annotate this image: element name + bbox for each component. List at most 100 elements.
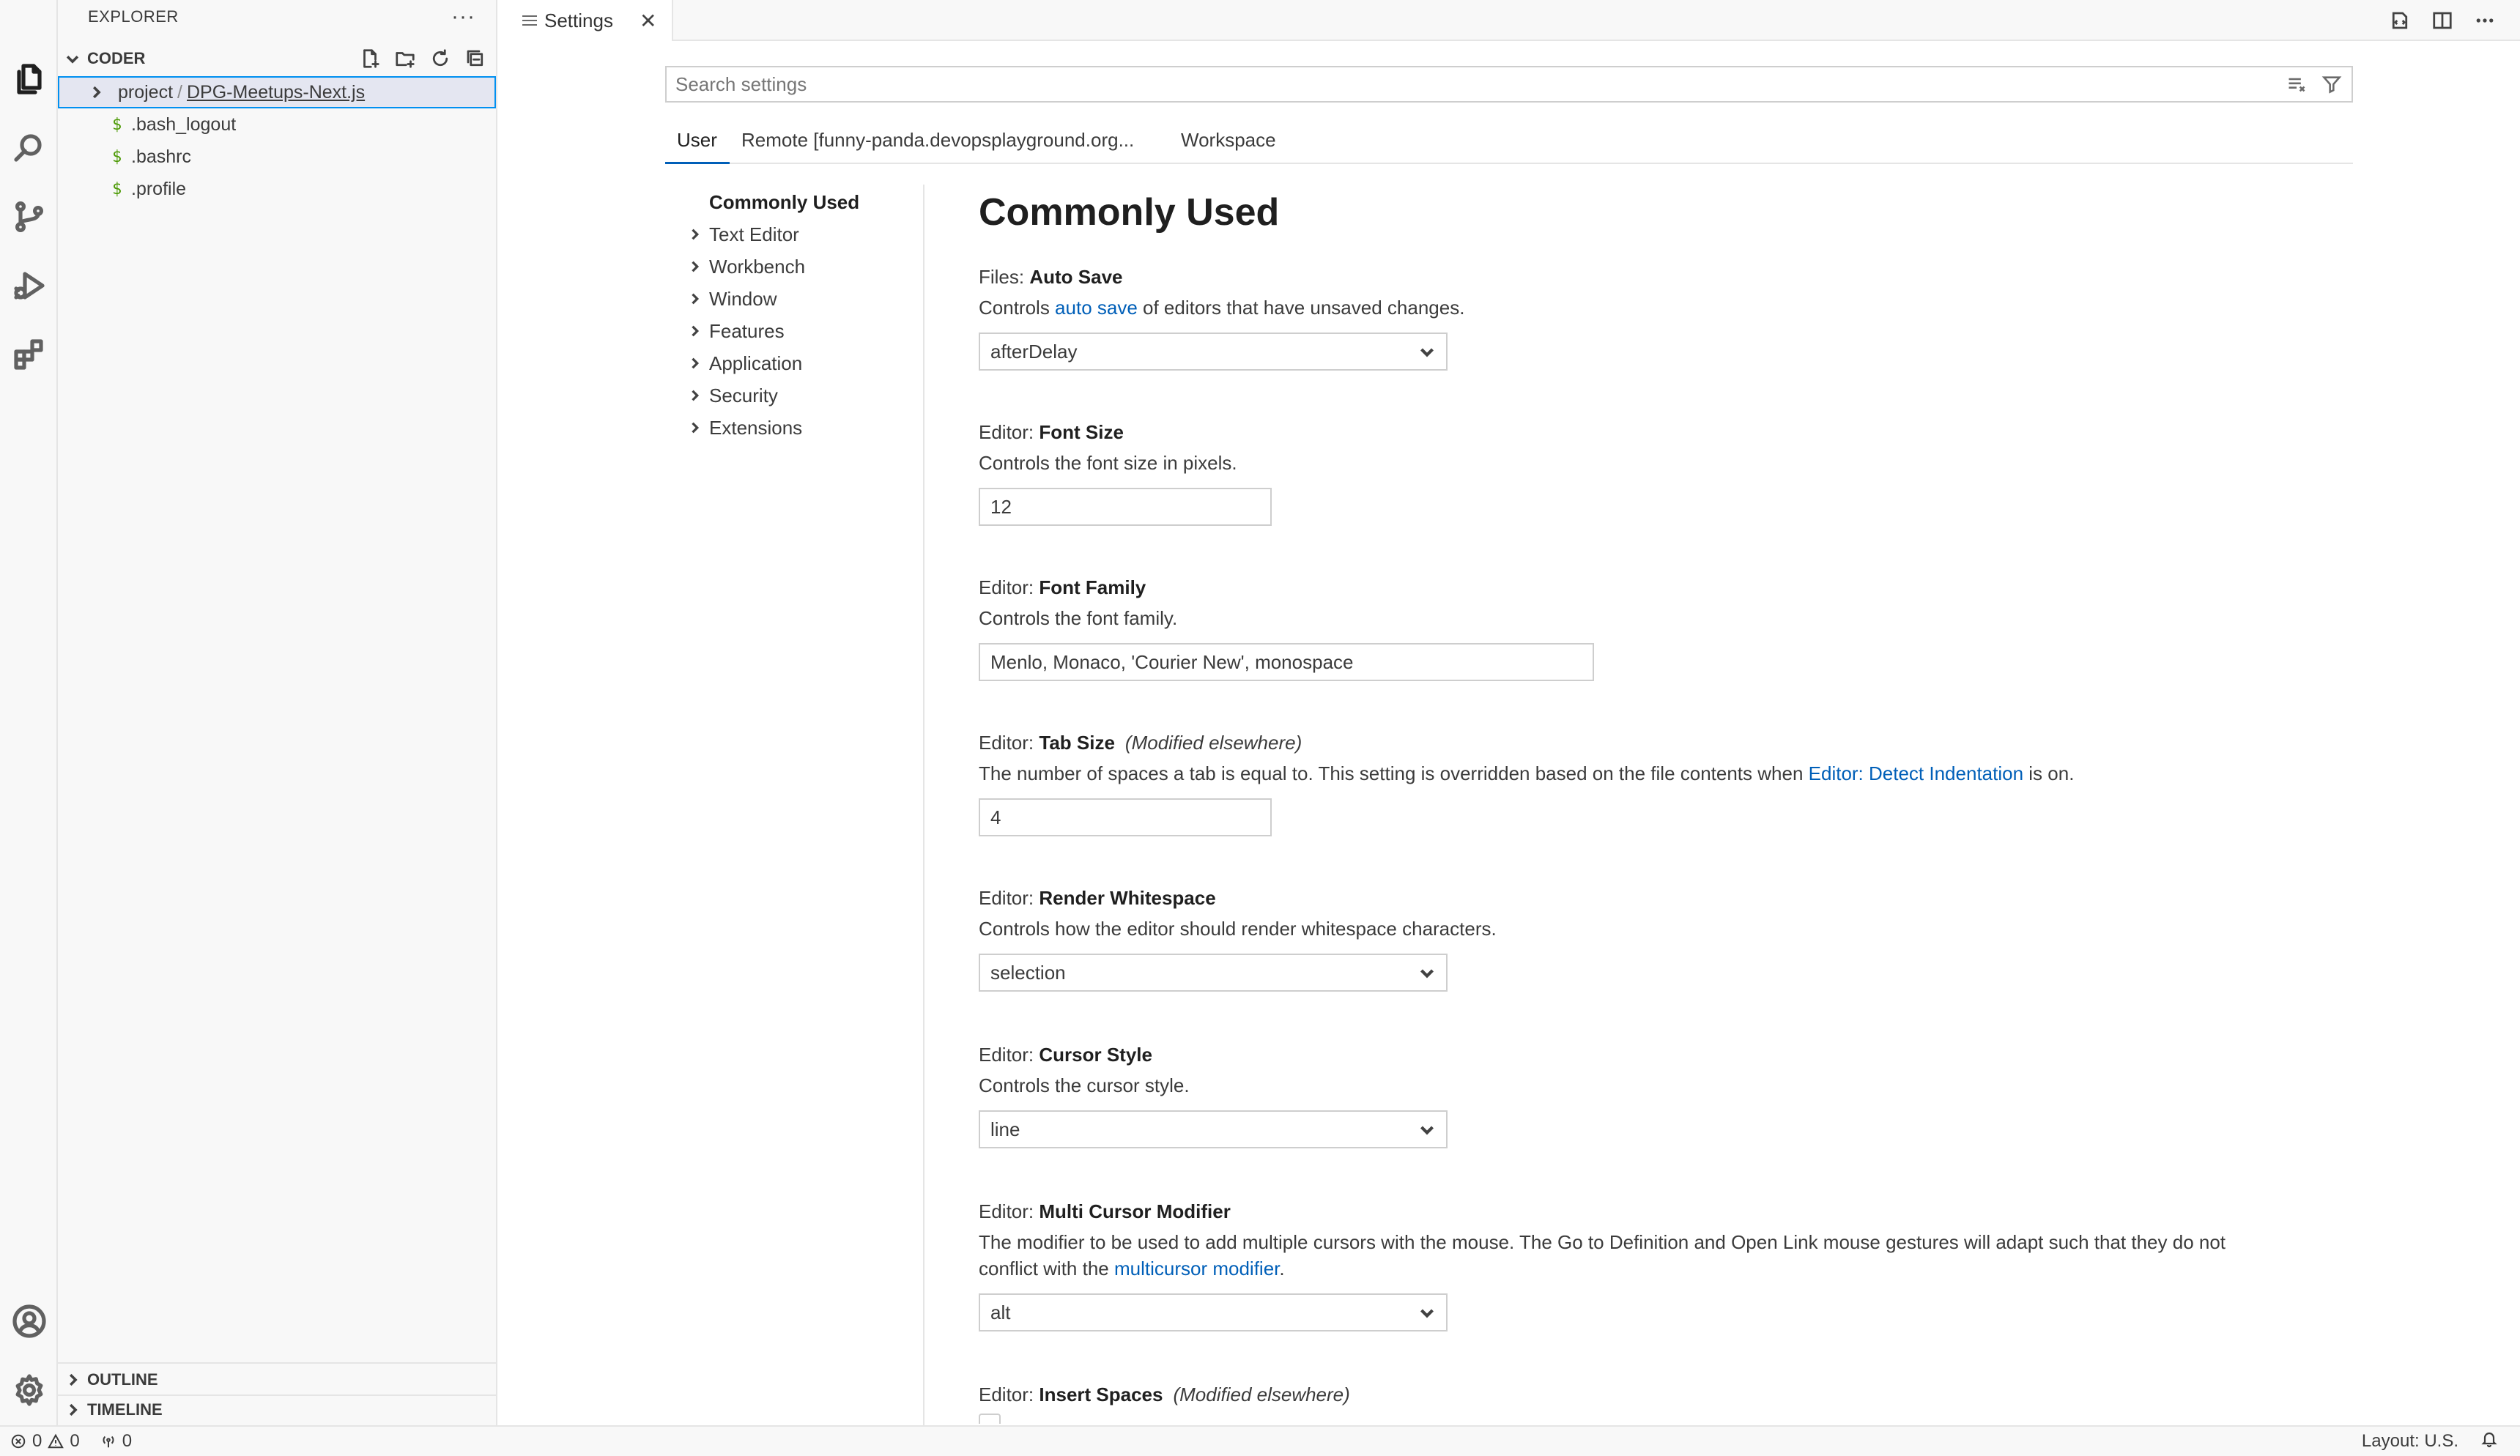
toc-extensions[interactable]: Extensions <box>665 413 802 442</box>
settings-search-input[interactable] <box>667 67 2278 101</box>
toc-workbench[interactable]: Workbench <box>665 252 805 281</box>
setting-description: Controls the font family. <box>979 607 1178 629</box>
setting-font-family: Editor: Font Family Controls the font fa… <box>979 573 2353 681</box>
run-debug-icon[interactable] <box>0 253 58 318</box>
tree-folder-project[interactable]: project / DPG-Meetups-Next.js <box>58 76 496 108</box>
new-file-icon[interactable] <box>357 45 383 72</box>
setting-title: Editor: Font Size <box>979 421 1124 443</box>
render-whitespace-select[interactable]: selection <box>979 954 1448 992</box>
setting-title: Files: Auto Save <box>979 266 1123 288</box>
search-icon[interactable] <box>0 116 58 180</box>
setting-title: Editor: Insert Spaces (Modified elsewhere… <box>979 1383 1350 1405</box>
more-actions-icon[interactable] <box>2472 7 2498 34</box>
multicursor-modifier-link[interactable]: multicursor modifier <box>1114 1258 1279 1279</box>
shell-file-icon: $ <box>112 115 122 134</box>
setting-auto-save: Files: Auto Save Controls auto save of e… <box>979 262 2353 371</box>
warning-icon <box>48 1433 64 1449</box>
tab-settings[interactable]: Settings ✕ <box>499 0 673 41</box>
toc-commonly-used[interactable]: Commonly Used <box>709 187 859 217</box>
more-actions-icon[interactable]: ··· <box>451 4 475 29</box>
error-count: 0 <box>32 1431 42 1451</box>
open-settings-json-icon[interactable] <box>2387 7 2413 34</box>
chevron-right-icon <box>680 388 709 403</box>
setting-font-size: Editor: Font Size Controls the font size… <box>979 417 2353 526</box>
clear-filter-icon[interactable] <box>2284 72 2309 97</box>
toc-features[interactable]: Features <box>665 316 785 346</box>
chevron-down-icon <box>1420 348 1434 357</box>
file-name: .bash_logout <box>131 114 237 135</box>
tree-file-bash-logout[interactable]: $ .bash_logout <box>58 108 496 141</box>
filter-icon[interactable] <box>2319 72 2344 97</box>
problems-status[interactable]: 0 0 <box>10 1431 80 1452</box>
new-folder-icon[interactable] <box>392 45 418 72</box>
tab-remote[interactable]: Remote [funny-panda.devopsplayground.org… <box>741 126 1134 164</box>
chevron-down-icon <box>1420 1126 1434 1135</box>
tree-file-profile[interactable]: $ .profile <box>58 173 496 205</box>
toc-text-editor[interactable]: Text Editor <box>665 220 799 249</box>
timeline-section-header[interactable]: TIMELINE <box>58 1394 496 1425</box>
error-icon <box>11 1434 26 1449</box>
chevron-down-icon <box>1420 969 1434 978</box>
setting-description: The modifier to be used to add multiple … <box>979 1231 2226 1279</box>
keyboard-layout-status[interactable]: Layout: U.S. <box>2362 1431 2458 1452</box>
split-editor-icon[interactable] <box>2429 7 2456 34</box>
tab-workspace[interactable]: Workspace <box>1181 126 1276 164</box>
tree-file-bashrc[interactable]: $ .bashrc <box>58 141 496 173</box>
auto-save-link[interactable]: auto save <box>1055 297 1138 319</box>
font-family-input[interactable] <box>979 643 1594 681</box>
workspace-section-header[interactable]: CODER <box>58 42 496 75</box>
editor-tab-bar: Settings ✕ <box>499 0 2520 41</box>
editor-actions <box>2387 6 2498 35</box>
collapse-all-icon[interactable] <box>462 45 489 72</box>
manage-gear-icon[interactable] <box>0 1358 58 1422</box>
auto-save-select[interactable]: afterDelay <box>979 333 1448 371</box>
chevron-right-icon <box>680 420 709 435</box>
settings-search-box <box>665 66 2353 103</box>
setting-title: Editor: Render Whitespace <box>979 887 1216 909</box>
antenna-icon <box>103 1435 114 1448</box>
activity-bar <box>0 0 58 1425</box>
chevron-right-icon <box>680 324 709 338</box>
setting-tab-size: Editor: Tab Size (Modified elsewhere) The… <box>979 728 2353 836</box>
toc-security[interactable]: Security <box>665 381 778 410</box>
chevron-right-icon <box>680 227 709 242</box>
setting-description: Controls how the editor should render wh… <box>979 918 1497 940</box>
extensions-icon[interactable] <box>0 322 58 387</box>
explorer-sidebar: EXPLORER ··· CODER project / DPG-Meetups… <box>58 0 497 1425</box>
workspace-root-label: CODER <box>87 49 146 67</box>
toc-window[interactable]: Window <box>665 284 777 313</box>
page-title: Commonly Used <box>979 191 1280 234</box>
ports-status[interactable]: 0 <box>100 1431 132 1452</box>
multi-cursor-select[interactable]: alt <box>979 1293 1448 1331</box>
chevron-right-icon <box>680 259 709 274</box>
source-control-icon[interactable] <box>0 185 58 249</box>
insert-spaces-checkbox[interactable] <box>979 1414 1001 1424</box>
close-icon[interactable]: ✕ <box>640 9 656 33</box>
shell-file-icon: $ <box>112 179 122 198</box>
chevron-right-icon <box>58 1372 87 1388</box>
outline-section-header[interactable]: OUTLINE <box>58 1364 496 1396</box>
tab-size-input[interactable] <box>979 798 1272 836</box>
setting-render-whitespace: Editor: Render Whitespace Controls how t… <box>979 883 2353 992</box>
file-name: .profile <box>131 178 187 199</box>
notifications-bell-icon[interactable] <box>2480 1430 2498 1453</box>
chevron-down-icon <box>58 51 87 67</box>
toc-application[interactable]: Application <box>665 349 802 378</box>
setting-description: Controls auto save of editors that have … <box>979 297 1465 319</box>
refresh-icon[interactable] <box>427 45 453 72</box>
toc-label: Application <box>709 352 803 374</box>
toc-label: Workbench <box>709 255 806 278</box>
timeline-label: TIMELINE <box>87 1400 163 1419</box>
modified-elsewhere-indicator: (Modified elsewhere) <box>1173 1383 1350 1405</box>
tab-user[interactable]: User <box>665 126 730 164</box>
explorer-icon[interactable] <box>0 47 58 111</box>
toc-label: Text Editor <box>709 223 799 245</box>
accounts-icon[interactable] <box>0 1289 58 1353</box>
detect-indentation-link[interactable]: Editor: Detect Indentation <box>1809 762 2023 784</box>
path-separator: / <box>177 81 182 103</box>
toc-label: Extensions <box>709 416 803 439</box>
font-size-input[interactable] <box>979 488 1272 526</box>
cursor-style-select[interactable]: line <box>979 1110 1448 1148</box>
setting-multi-cursor-modifier: Editor: Multi Cursor Modifier The modifi… <box>979 1197 2353 1331</box>
ports-count: 0 <box>122 1431 133 1451</box>
